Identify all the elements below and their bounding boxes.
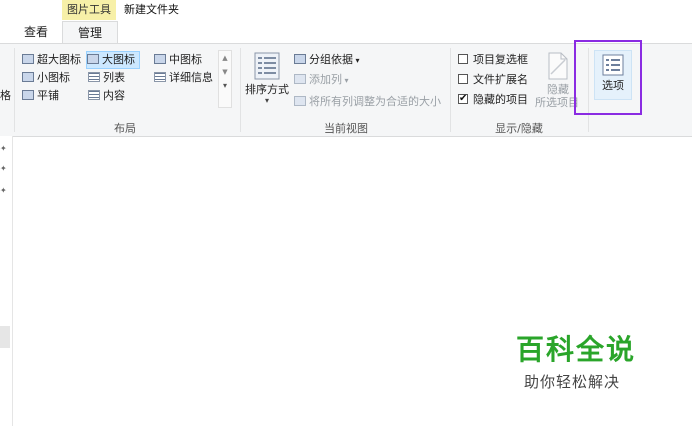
large-icons-icon bbox=[87, 54, 99, 64]
tab-manage[interactable]: 管理 bbox=[62, 21, 118, 44]
chevron-down-icon: ▾ bbox=[342, 76, 349, 85]
hidden-items-toggle[interactable]: 隐藏的项目 bbox=[458, 91, 528, 108]
item-checkboxes-checkbox[interactable] bbox=[458, 54, 468, 64]
tiles-icon bbox=[22, 90, 34, 100]
navigation-pane: ✦ ✦ ✦ bbox=[0, 136, 13, 426]
sort-by-button[interactable]: 排序方式 ▾ bbox=[244, 48, 290, 112]
group-by-button[interactable]: 分组依据 ▾ bbox=[294, 52, 360, 69]
layout-medium-icons[interactable]: 中图标 bbox=[154, 52, 202, 68]
layout-details[interactable]: 详细信息 bbox=[154, 70, 213, 86]
extra-large-icons-icon bbox=[22, 54, 34, 64]
hidden-items-checkbox[interactable] bbox=[458, 91, 468, 107]
fit-columns-icon bbox=[294, 96, 306, 106]
ribbon-separator bbox=[240, 48, 241, 132]
details-icon bbox=[154, 72, 166, 82]
chevron-down-icon: ▾ bbox=[264, 96, 269, 105]
group-label-current-view: 当前视图 bbox=[324, 122, 368, 135]
chevron-down-icon[interactable]: ▼ bbox=[219, 65, 231, 79]
context-tab-label[interactable]: 图片工具 bbox=[62, 0, 116, 20]
layout-content[interactable]: 内容 bbox=[88, 88, 125, 104]
add-column-button[interactable]: 添加列 ▾ bbox=[294, 72, 349, 89]
pin-icon[interactable]: ✦ bbox=[0, 164, 7, 174]
navigation-scroll-thumb[interactable] bbox=[0, 326, 10, 348]
fit-columns-button[interactable]: 将所有列调整为合适的大小 bbox=[294, 94, 441, 110]
layout-list[interactable]: 列表 bbox=[88, 70, 125, 86]
pin-icon[interactable]: ✦ bbox=[0, 186, 7, 196]
content-icon bbox=[88, 90, 100, 100]
ribbon-separator bbox=[14, 48, 15, 132]
watermark-title: 百科全说 bbox=[516, 333, 637, 366]
tab-view[interactable]: 查看 bbox=[14, 22, 58, 42]
sort-icon bbox=[254, 52, 280, 80]
cut-off-label: 格 bbox=[0, 89, 11, 102]
group-by-icon bbox=[294, 54, 306, 64]
window-title: 新建文件夹 bbox=[124, 3, 179, 16]
watermark-subtitle: 助你轻松解决 bbox=[524, 373, 621, 391]
item-checkboxes-toggle[interactable]: 项目复选框 bbox=[458, 52, 528, 68]
medium-icons-icon bbox=[154, 54, 166, 64]
pin-icon[interactable]: ✦ bbox=[0, 144, 7, 154]
layout-extra-large-icons[interactable]: 超大图标 bbox=[22, 52, 81, 68]
layout-large-icons[interactable]: 大图标 bbox=[86, 51, 140, 69]
list-icon bbox=[88, 72, 100, 82]
add-column-icon bbox=[294, 74, 306, 84]
layout-small-icons[interactable]: 小图标 bbox=[22, 70, 70, 86]
file-extensions-checkbox[interactable] bbox=[458, 74, 468, 84]
hide-selected-icon bbox=[548, 52, 568, 80]
file-extensions-toggle[interactable]: 文件扩展名 bbox=[458, 72, 528, 88]
chevron-down-icon: ▾ bbox=[353, 56, 360, 65]
options-highlight-box bbox=[574, 40, 642, 115]
group-label-show-hide: 显示/隐藏 bbox=[495, 122, 543, 135]
small-icons-icon bbox=[22, 72, 34, 82]
layout-gallery-scroller[interactable]: ▲ ▼ ▾ bbox=[218, 50, 232, 108]
ribbon-separator bbox=[450, 48, 451, 132]
gallery-more-icon[interactable]: ▾ bbox=[219, 79, 231, 93]
group-label-layout: 布局 bbox=[114, 122, 136, 135]
layout-tiles[interactable]: 平铺 bbox=[22, 88, 59, 104]
chevron-up-icon[interactable]: ▲ bbox=[219, 51, 231, 65]
